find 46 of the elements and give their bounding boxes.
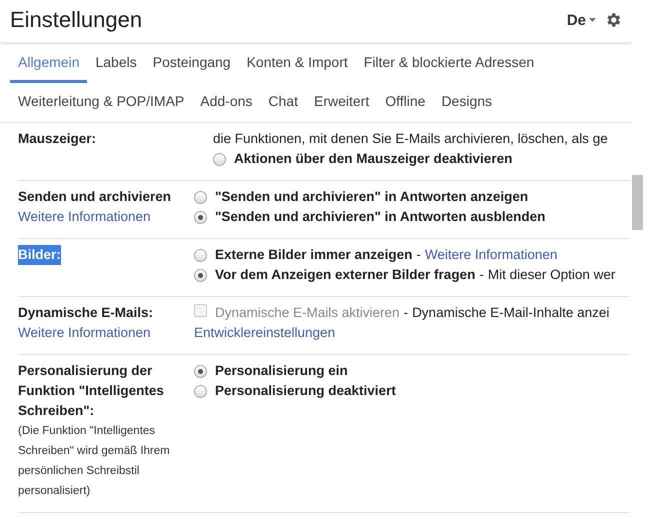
settings-tab[interactable]: Chat	[260, 83, 306, 122]
info-link[interactable]: Weitere Informationen	[424, 245, 558, 265]
option-label: Aktionen über den Mauszeiger deaktivieren	[234, 150, 512, 168]
setting-label: Bilder:	[18, 245, 61, 265]
setting-note: (Die Funktion "Intelligentes Schreiben" wird gemäß Ihrem persönlichen Schreibstil personalisiert)	[18, 424, 171, 499]
info-link[interactable]: Weitere Informationen	[18, 323, 194, 343]
option-description: die Funktionen, mit denen Sie E-Mails archivieren, löschen, als ge	[213, 130, 608, 148]
option-label: Personalisierung deaktiviert	[215, 382, 396, 400]
settings-tab[interactable]: Add-ons	[192, 83, 260, 122]
option-label: Vor dem Anzeigen externer Bilder fragen	[215, 266, 476, 284]
option-description: Dynamische E-Mail-Inhalte anzei	[412, 304, 610, 322]
settings-tab[interactable]: Posteingang	[144, 44, 239, 83]
separator-dash: -	[404, 304, 408, 322]
settings-tab[interactable]: Offline	[377, 83, 434, 122]
page-title: Einstellungen	[10, 7, 144, 33]
radio-button[interactable]	[194, 364, 207, 378]
settings-tab[interactable]: Designs	[433, 83, 500, 122]
setting-label: Senden und archivieren	[18, 188, 172, 206]
settings-tab[interactable]: Weiterleitung & POP/IMAP	[10, 83, 192, 122]
settings-tab[interactable]: Konten & Import	[238, 44, 356, 83]
option-label: Dynamische E-Mails aktivieren	[215, 304, 400, 322]
settings-tab[interactable]: Erweitert	[306, 83, 378, 122]
info-link[interactable]: Weitere Informationen	[18, 207, 194, 227]
option-label: Personalisierung ein	[215, 362, 348, 380]
developer-settings-link[interactable]: Entwicklereinstellungen	[194, 323, 336, 343]
settings-tab[interactable]: Allgemein	[10, 44, 88, 83]
setting-label: Mauszeiger:	[18, 130, 96, 148]
radio-button[interactable]	[194, 384, 207, 398]
separator-dash: -	[416, 246, 421, 264]
separator-dash: -	[479, 266, 484, 284]
radio-button[interactable]	[213, 152, 226, 166]
setting-label: Dynamische E-Mails:	[18, 304, 154, 322]
option-label: "Senden und archivieren" in Antworten ausblenden	[215, 208, 546, 226]
caret-icon	[589, 18, 596, 22]
option-label: "Senden und archivieren" in Antworten anzeigen	[215, 188, 528, 206]
scrollbar-thumb[interactable]	[632, 175, 643, 230]
settings-tab[interactable]: Labels	[87, 44, 145, 83]
settings-tab[interactable]: Filter & blockierte Adressen	[356, 44, 542, 83]
language-button[interactable]: De	[566, 12, 596, 28]
radio-button[interactable]	[194, 268, 207, 282]
setting-label: Personalisierung der Funktion "Intelligentes Schreiben":	[18, 362, 165, 420]
radio-button[interactable]	[194, 190, 207, 204]
option-description: Mit dieser Option wer	[488, 266, 616, 284]
radio-button[interactable]	[194, 210, 207, 224]
radio-button[interactable]	[194, 248, 207, 262]
option-label: Externe Bilder immer anzeigen	[215, 246, 412, 264]
